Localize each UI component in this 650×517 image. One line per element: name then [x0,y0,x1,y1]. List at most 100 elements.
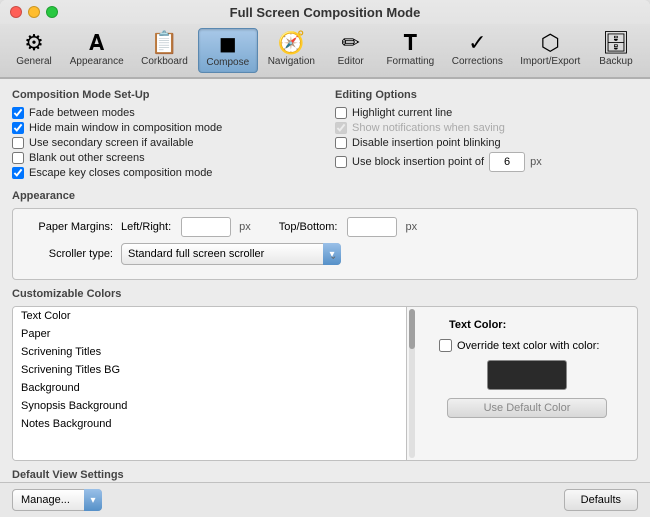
paper-margins-row: Paper Margins: Left/Right: 50 px Top/Bot… [23,217,627,237]
colors-scrollbar[interactable] [409,309,415,458]
fade-label: Fade between modes [29,107,135,119]
disable-insert-label: Disable insertion point blinking [352,137,501,149]
general-icon: ⚙ [24,32,44,54]
content-area: Composition Mode Set-Up Fade between mod… [0,79,650,482]
toolbar-item-editor[interactable]: ✏Editor [325,28,377,73]
color-item-text[interactable]: Text Color [13,307,406,325]
fade-checkbox[interactable] [12,107,24,119]
close-button[interactable] [10,6,22,18]
default-view-section: Default View Settings Use current compos… [12,469,638,482]
toolbar-item-formatting[interactable]: 𝐓Formatting [379,28,442,73]
compose-icon: ◼ [219,33,237,55]
disable-insert-row: Disable insertion point blinking [335,137,638,149]
block-insert-value[interactable]: 6 [489,152,525,172]
window-controls [10,6,58,18]
toolbar-label-corkboard: Corkboard [141,56,188,67]
colors-scrollbar-thumb [409,309,415,349]
blank-row: Blank out other screens [12,152,315,164]
maximize-button[interactable] [46,6,58,18]
appearance-title: Appearance [12,190,638,202]
composition-mode-section: Composition Mode Set-Up Fade between mod… [12,89,315,182]
highlight-checkbox[interactable] [335,107,347,119]
toolbar-label-backup: Backup [599,56,632,67]
block-insert-checkbox[interactable] [335,156,347,168]
color-edit-panel: Text Color: Override text color with col… [417,307,637,460]
manage-container: Manage... ▾ [12,489,102,511]
toolbar-item-appearance[interactable]: 𝐀 Appearance [62,28,131,73]
backup-icon: 🗄 [602,32,630,54]
color-item-background[interactable]: Background [13,379,406,397]
main-window: Full Screen Composition Mode ⚙ General 𝐀 Ap… [0,0,650,517]
hide-main-checkbox[interactable] [12,122,24,134]
left-right-input[interactable]: 50 [181,217,231,237]
color-swatch[interactable] [487,360,567,390]
importexport-icon: ⬡ [541,32,560,54]
toolbar: ⚙ General 𝐀 Appearance 📋 Corkboard ◼ Compose 🧭Na… [0,24,650,78]
toolbar-item-compose[interactable]: ◼ Compose [198,28,258,73]
color-item-scriv-titles[interactable]: Scrivening Titles [13,343,406,361]
colors-title: Customizable Colors [12,288,638,300]
toolbar-item-corkboard[interactable]: 📋 Corkboard [133,28,195,73]
toolbar-label-appearance: Appearance [70,56,124,67]
scroller-type-label: Scroller type: [23,248,113,260]
manage-select[interactable]: Manage... [12,489,102,511]
use-default-color-button[interactable]: Use Default Color [447,398,607,418]
block-insert-unit: px [530,156,542,168]
block-insert-row: Use block insertion point of 6 px [335,152,638,172]
corrections-icon: ✓ [468,32,486,54]
toolbar-label-general: General [16,56,52,67]
toolbar-label-importexport: Import/Export [520,56,580,67]
toolbar-item-navigation[interactable]: 🧭Navigation [260,28,323,73]
bottom-bar: Manage... ▾ Defaults [0,482,650,517]
toolbar-item-backup[interactable]: 🗄 Backup [590,28,642,73]
scroller-select[interactable]: Standard full screen scroller Fixed posi… [121,243,341,265]
blank-label: Blank out other screens [29,152,145,164]
editing-options-section: Editing Options Highlight current line S… [335,89,638,182]
color-item-paper[interactable]: Paper [13,325,406,343]
paper-margins-label: Paper Margins: [23,221,113,233]
colors-section: Customizable Colors Text Color Paper Scr… [12,288,638,461]
window-title: Full Screen Composition Mode [230,5,421,20]
notify-checkbox [335,122,347,134]
hide-main-row: Hide main window in composition mode [12,122,315,134]
toolbar-item-general[interactable]: ⚙ General [8,28,60,73]
color-edit-title: Text Color: [449,319,506,331]
color-list: Text Color Paper Scrivening Titles Scriv… [13,307,407,460]
highlight-label: Highlight current line [352,107,452,119]
title-bar: Full Screen Composition Mode ⚙ General 𝐀 Ap… [0,0,650,79]
secondary-checkbox[interactable] [12,137,24,149]
left-right-label: Left/Right: [121,221,171,233]
secondary-label: Use secondary screen if available [29,137,193,149]
colors-list-wrap: Text Color Paper Scrivening Titles Scriv… [13,307,417,460]
minimize-button[interactable] [28,6,40,18]
toolbar-label-compose: Compose [206,57,249,68]
composition-mode-title: Composition Mode Set-Up [12,89,315,101]
left-right-unit: px [239,221,251,233]
escape-row: Escape key closes composition mode [12,167,315,179]
toolbar-item-corrections[interactable]: ✓Corrections [444,28,511,73]
top-bottom-input[interactable]: 50 [347,217,397,237]
top-sections: Composition Mode Set-Up Fade between mod… [12,89,638,182]
navigation-icon: 🧭 [278,32,305,54]
toolbar-item-importexport[interactable]: ⬡ Import/Export [513,28,588,73]
color-item-scriv-bg[interactable]: Scrivening Titles BG [13,361,406,379]
notify-label: Show notifications when saving [352,122,505,134]
toolbar-label-editor: Editor [338,56,364,67]
defaults-button[interactable]: Defaults [564,489,638,511]
scroller-select-container: Standard full screen scroller Fixed posi… [121,243,341,265]
appearance-icon: 𝐀 [89,32,104,54]
highlight-row: Highlight current line [335,107,638,119]
notify-row: Show notifications when saving [335,122,638,134]
hide-main-label: Hide main window in composition mode [29,122,222,134]
override-color-label: Override text color with color: [457,340,599,352]
color-item-notes-bg[interactable]: Notes Background [13,415,406,433]
blank-checkbox[interactable] [12,152,24,164]
escape-checkbox[interactable] [12,167,24,179]
appearance-box: Paper Margins: Left/Right: 50 px Top/Bot… [12,208,638,280]
corkboard-icon: 📋 [151,32,178,54]
secondary-row: Use secondary screen if available [12,137,315,149]
fade-row: Fade between modes [12,107,315,119]
override-color-checkbox[interactable] [439,339,452,352]
disable-insert-checkbox[interactable] [335,137,347,149]
color-item-synopsis-bg[interactable]: Synopsis Background [13,397,406,415]
